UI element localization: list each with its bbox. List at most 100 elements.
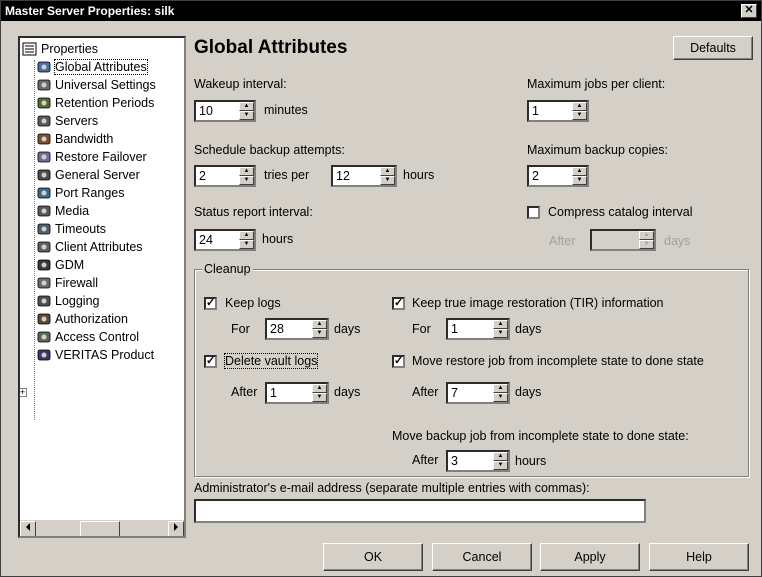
tree-item[interactable]: Client Attributes xyxy=(36,238,143,256)
tree-item-label: GDM xyxy=(55,258,85,272)
spinner-arrows: ▲ ▼ xyxy=(239,102,254,120)
tree-item[interactable]: Logging xyxy=(36,292,100,310)
max-copies-spinner[interactable]: 2 ▲ ▼ xyxy=(527,165,589,187)
spin-up-icon[interactable]: ▲ xyxy=(572,102,587,111)
tree-item[interactable]: General Server xyxy=(36,166,140,184)
tir-checkbox[interactable]: ✓ xyxy=(392,297,405,310)
tree-item-label: Servers xyxy=(55,114,99,128)
tree-horizontal-scrollbar[interactable] xyxy=(20,520,184,536)
spin-up-icon[interactable]: ▲ xyxy=(380,167,395,176)
spin-up-icon[interactable]: ▲ xyxy=(239,231,254,240)
spin-down-icon[interactable]: ▼ xyxy=(239,176,254,185)
cancel-button[interactable]: Cancel xyxy=(432,543,532,571)
spin-down-icon[interactable]: ▼ xyxy=(493,393,508,402)
tree-item-label: Client Attributes xyxy=(55,240,143,254)
spin-up-icon[interactable]: ▲ xyxy=(312,384,327,393)
spinner-arrows: ▲ ▼ xyxy=(639,231,654,249)
tree-item[interactable]: Retention Periods xyxy=(36,94,154,112)
delete-vault-logs-checkbox[interactable]: ✓ xyxy=(204,355,217,368)
spin-up-icon[interactable]: ▲ xyxy=(572,167,587,176)
delete-vault-value: 1 xyxy=(270,386,277,400)
spin-down-icon[interactable]: ▼ xyxy=(312,393,327,402)
spin-down-icon[interactable]: ▼ xyxy=(380,176,395,185)
compress-after-spinner: ▲ ▼ xyxy=(590,229,656,251)
timer-icon xyxy=(37,223,51,235)
tree-item[interactable]: Timeouts xyxy=(36,220,106,238)
move-backup-spinner[interactable]: 3 ▲ ▼ xyxy=(446,450,510,472)
move-restore-checkbox[interactable]: ✓ xyxy=(392,355,405,368)
arrow-left-icon xyxy=(26,523,30,531)
spin-up-icon[interactable]: ▲ xyxy=(312,320,327,329)
tree-root-properties[interactable]: Properties xyxy=(22,40,98,58)
compress-catalog-checkbox[interactable] xyxy=(527,206,540,219)
move-restore-after-label: After xyxy=(412,385,439,399)
tree-item[interactable]: VERITAS Product xyxy=(36,346,154,364)
tree-item[interactable]: Servers xyxy=(36,112,98,130)
spin-up-icon[interactable]: ▲ xyxy=(239,167,254,176)
media-icon xyxy=(37,205,51,217)
tree-item[interactable]: GDM xyxy=(36,256,84,274)
wakeup-interval-spinner[interactable]: 10 ▲ ▼ xyxy=(194,100,256,122)
scroll-left-button[interactable] xyxy=(20,521,36,536)
tir-label: Keep true image restoration (TIR) inform… xyxy=(412,296,664,310)
schedule-hours-spinner[interactable]: 12 ▲ ▼ xyxy=(331,165,397,187)
properties-tree[interactable]: Properties Global Attributes Universal Se… xyxy=(18,36,186,538)
tree-item[interactable]: Firewall xyxy=(36,274,98,292)
max-jobs-spinner[interactable]: 1 ▲ ▼ xyxy=(527,100,589,122)
tree-item[interactable]: Restore Failover xyxy=(36,148,147,166)
spin-down-icon[interactable]: ▼ xyxy=(312,329,327,338)
tree-item[interactable]: Bandwidth xyxy=(36,130,113,148)
tree-item[interactable]: Port Ranges xyxy=(36,184,124,202)
check-icon: ✓ xyxy=(206,355,216,367)
email-label: Administrator's e-mail address (separate… xyxy=(194,481,590,495)
move-backup-label: Move backup job from incomplete state to… xyxy=(392,429,689,443)
spin-up-icon[interactable]: ▲ xyxy=(239,102,254,111)
move-restore-spinner[interactable]: 7 ▲ ▼ xyxy=(446,382,510,404)
spin-up-icon[interactable]: ▲ xyxy=(493,452,508,461)
schedule-tries-value: 2 xyxy=(199,169,206,183)
spin-down-icon[interactable]: ▼ xyxy=(239,240,254,249)
defaults-button[interactable]: Defaults xyxy=(673,36,753,60)
spin-down-icon[interactable]: ▼ xyxy=(572,111,587,120)
tree-item[interactable]: Media xyxy=(36,202,89,220)
tree-item-label: Firewall xyxy=(55,276,99,290)
spin-up-icon[interactable]: ▲ xyxy=(493,320,508,329)
tree-item[interactable]: Universal Settings xyxy=(36,76,156,94)
check-icon: ✓ xyxy=(394,297,404,309)
tir-spinner[interactable]: 1 ▲ ▼ xyxy=(446,318,510,340)
tree-item[interactable]: Authorization xyxy=(36,310,128,328)
max-copies-label: Maximum backup copies: xyxy=(527,143,669,157)
spin-up-icon[interactable]: ▲ xyxy=(493,384,508,393)
max-jobs-label: Maximum jobs per client: xyxy=(527,77,666,91)
delete-vault-spinner[interactable]: 1 ▲ ▼ xyxy=(265,382,329,404)
schedule-tries-spinner[interactable]: 2 ▲ ▼ xyxy=(194,165,256,187)
status-report-spinner[interactable]: 24 ▲ ▼ xyxy=(194,229,256,251)
tree-item[interactable]: Access Control xyxy=(36,328,139,346)
spinner-arrows: ▲ ▼ xyxy=(312,384,327,402)
apply-button[interactable]: Apply xyxy=(540,543,640,571)
tree-expand-toggle[interactable]: + xyxy=(20,382,32,400)
keep-logs-spinner[interactable]: 28 ▲ ▼ xyxy=(265,318,329,340)
tree-item-label: VERITAS Product xyxy=(55,348,155,362)
spin-down-icon[interactable]: ▼ xyxy=(572,176,587,185)
spin-down-icon[interactable]: ▼ xyxy=(239,111,254,120)
keep-logs-checkbox[interactable]: ✓ xyxy=(204,297,217,310)
tries-per-label: tries per xyxy=(264,168,310,182)
status-report-value: 24 xyxy=(199,233,213,247)
tree-item[interactable]: Global Attributes xyxy=(36,58,148,76)
move-backup-after-label: After xyxy=(412,453,439,467)
schedule-hours-value: 12 xyxy=(336,169,350,183)
spin-down-icon[interactable]: ▼ xyxy=(493,329,508,338)
help-button[interactable]: Help xyxy=(649,543,749,571)
properties-icon xyxy=(22,42,37,56)
tree-item-label: Port Ranges xyxy=(55,186,125,200)
max-jobs-value: 1 xyxy=(532,104,539,118)
spin-up-icon: ▲ xyxy=(639,231,654,240)
spin-down-icon[interactable]: ▼ xyxy=(493,461,508,470)
close-button[interactable]: ✕ xyxy=(741,4,757,18)
scroll-thumb[interactable] xyxy=(80,521,120,536)
email-field[interactable] xyxy=(194,499,646,523)
scroll-right-button[interactable] xyxy=(168,521,184,536)
ok-button[interactable]: OK xyxy=(323,543,423,571)
compress-catalog-label: Compress catalog interval xyxy=(548,205,693,219)
